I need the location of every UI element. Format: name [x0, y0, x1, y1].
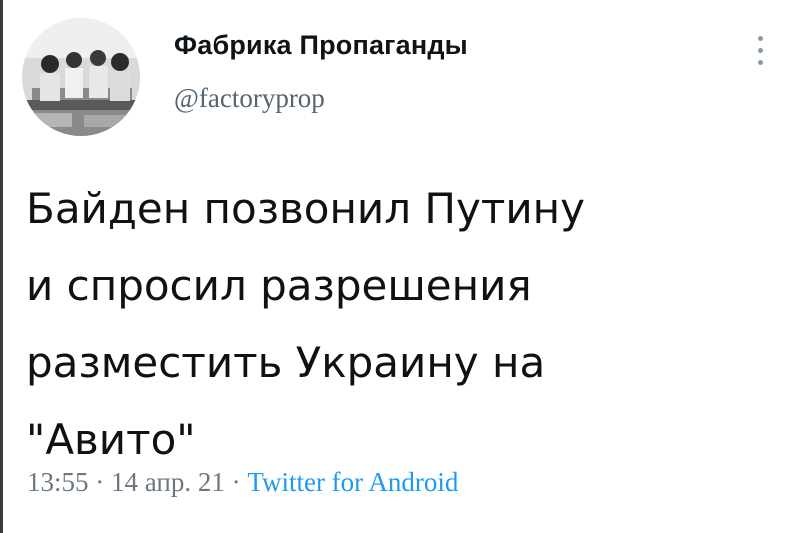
more-dot [757, 36, 763, 41]
meta-separator: · [224, 467, 248, 497]
more-dot [757, 48, 763, 53]
avatar[interactable] [22, 18, 140, 136]
tweet-date[interactable]: 14 апр. 21 [111, 467, 225, 497]
tweet-text: Байден позвонил Путину и спросил разреше… [26, 184, 585, 464]
author-name[interactable]: Фабрика Пропаганды [174, 30, 468, 61]
tweet-card: Фабрика Пропаганды @factoryprop Байден п… [0, 0, 800, 533]
author-handle[interactable]: @factoryprop [174, 83, 325, 114]
tweet-meta: 13:55 · 14 апр. 21 · Twitter for Android [27, 467, 458, 498]
meta-separator: · [88, 467, 112, 497]
avatar-photo-icon [22, 18, 140, 136]
tweet-source-link[interactable]: Twitter for Android [247, 467, 458, 497]
more-dot [757, 60, 763, 65]
more-vertical-icon[interactable] [754, 36, 766, 70]
tweet-time[interactable]: 13:55 [27, 467, 89, 497]
